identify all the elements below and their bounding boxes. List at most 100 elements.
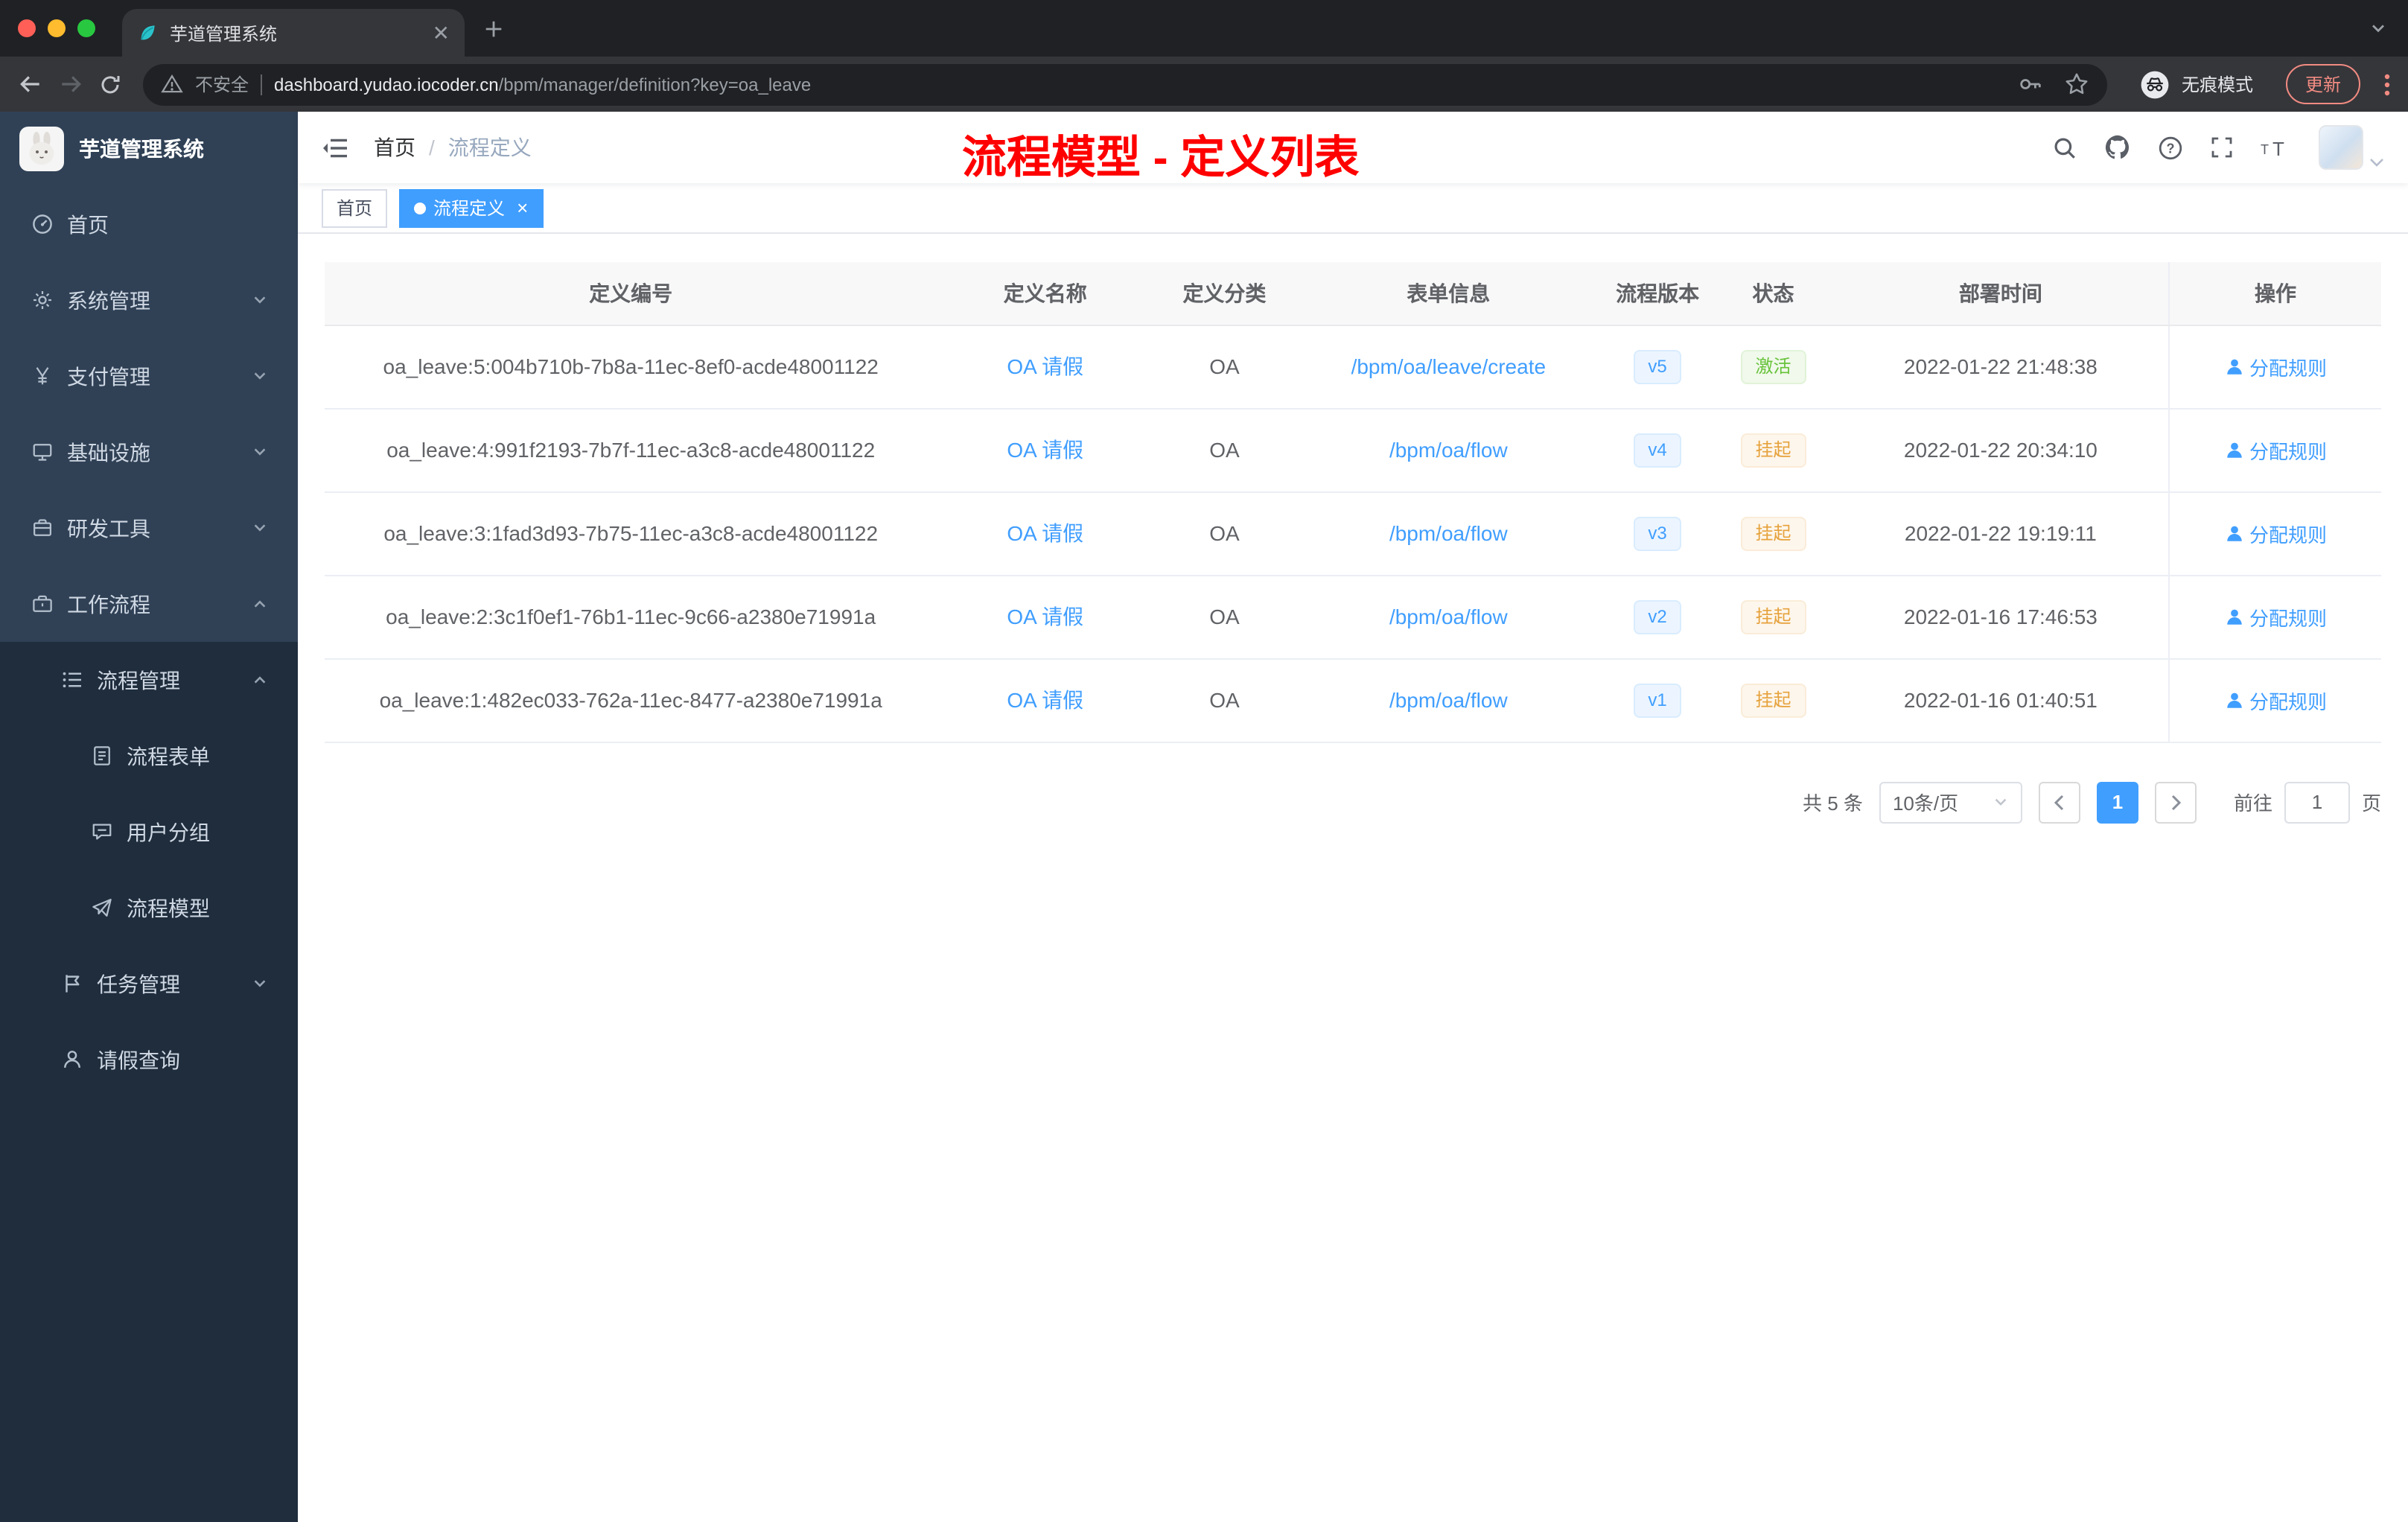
form-info-link[interactable]: /bpm/oa/flow [1389,605,1508,628]
version-tag: v5 [1633,349,1682,383]
window-close-button[interactable] [18,19,36,37]
sidebar-item-dev-tools[interactable]: 研发工具 [0,490,298,566]
user-avatar-menu[interactable] [2319,125,2384,170]
browser-update-button[interactable]: 更新 [2285,64,2360,104]
status-badge: 挂起 [1740,516,1806,550]
window-controls [0,19,122,37]
window-maximize-button[interactable] [77,19,95,37]
back-icon[interactable] [18,71,43,97]
status-badge: 挂起 [1740,599,1806,634]
form-icon [89,745,113,767]
bookmark-star-icon[interactable] [2064,71,2089,97]
chevron-down-icon [252,975,268,992]
sidebar-item-user-group[interactable]: 用户分组 [0,794,298,870]
form-info-link[interactable]: /bpm/oa/flow [1389,521,1508,545]
sidebar-logo[interactable]: 芋道管理系统 [0,112,298,186]
column-header-6: 状态 [1713,262,1833,325]
navbar: 首页 / 流程定义 流程模型 - 定义列表 ? T T [298,112,2408,183]
page-1-button[interactable]: 1 [2096,781,2138,823]
dashboard-icon [30,213,54,235]
tab-title: 芋道管理系统 [170,23,278,44]
definition-name-link[interactable]: OA 请假 [1007,605,1083,628]
table-row: oa_leave:3:1fad3d93-7b75-11ec-a3c8-acde4… [325,491,2381,576]
column-header-8: 操作 [2168,262,2381,325]
version-tag: v4 [1633,433,1682,467]
sidebar-item-infrastructure[interactable]: 基础设施 [0,414,298,490]
github-icon[interactable] [2104,134,2131,161]
annotation-overlay: 流程模型 - 定义列表 [962,134,1360,183]
reload-icon[interactable] [98,72,122,96]
next-page-button[interactable] [2154,781,2197,823]
new-tab-button[interactable] [482,17,505,39]
help-question-icon[interactable]: ? [2158,135,2183,160]
sidebar-item-label: 用户分组 [127,820,210,844]
assign-rule-link[interactable]: 分配规则 [2224,436,2327,464]
sidebar-item-home[interactable]: 首页 [0,186,298,262]
form-info-link[interactable]: /bpm/oa/flow [1389,438,1508,462]
sidebar-item-process-model[interactable]: 流程模型 [0,870,298,946]
goto-label: 前往 [2233,792,2272,815]
address-bar[interactable]: 不安全 dashboard.yudao.iocoder.cn/bpm/manag… [143,63,2107,105]
sidebar-item-process-form[interactable]: 流程表单 [0,718,298,794]
font-size-icon[interactable]: TT [2261,136,2292,159]
sidebar-item-process-management[interactable]: 流程管理 [0,642,298,718]
form-info-link[interactable]: /bpm/oa/leave/create [1351,354,1547,378]
breadcrumb-home[interactable]: 首页 [374,133,415,162]
definition-name-link[interactable]: OA 请假 [1007,688,1083,712]
assign-rule-link[interactable]: 分配规则 [2224,602,2327,631]
assign-rule-link[interactable]: 分配规则 [2224,686,2327,714]
breadcrumb: 首页 / 流程定义 [374,133,532,162]
model-icon [89,897,113,919]
sidebar-item-leave-query[interactable]: 请假查询 [0,1022,298,1098]
column-header-5: 流程版本 [1601,262,1714,325]
sidebar-item-task-management[interactable]: 任务管理 [0,946,298,1022]
forward-icon[interactable] [58,71,83,97]
browser-tab[interactable]: 芋道管理系统 ✕ [122,9,465,57]
definition-name-link[interactable]: OA 请假 [1007,438,1083,462]
navbar-actions: ? TT [2052,125,2384,170]
tag-process-definition[interactable]: 流程定义 × [399,188,544,227]
column-header-1: 定义编号 [325,262,937,325]
status-badge: 激活 [1740,349,1806,383]
sidebar-item-label: 流程管理 [97,668,180,692]
person-icon [2224,440,2243,459]
tag-close-icon[interactable]: × [517,198,528,217]
tab-close-icon[interactable]: ✕ [433,22,450,43]
security-label: 不安全 [195,74,249,95]
tab-search-chevron-icon[interactable] [2369,19,2408,37]
assign-rule-link[interactable]: 分配规则 [2224,519,2327,547]
sidebar-item-label: 首页 [67,212,109,236]
definition-name-link[interactable]: OA 请假 [1007,521,1083,545]
window-minimize-button[interactable] [48,19,66,37]
hamburger-icon[interactable] [322,135,350,160]
search-icon[interactable] [2052,135,2077,160]
chevron-down-icon [1993,794,2009,810]
form-info-link[interactable]: /bpm/oa/flow [1389,688,1508,712]
chevron-down-icon [252,520,268,536]
url-text: dashboard.yudao.iocoder.cn/bpm/manager/d… [274,74,811,95]
definition-name-link[interactable]: OA 请假 [1007,354,1083,378]
tag-home[interactable]: 首页 [322,188,388,227]
incognito-label: 无痕模式 [2181,74,2253,95]
fullscreen-icon[interactable] [2210,136,2234,159]
person-icon [2224,690,2243,710]
version-tag: v3 [1633,516,1682,550]
sidebar-item-workflow[interactable]: 工作流程 [0,566,298,642]
goto-page-input[interactable] [2284,781,2350,823]
assign-rule-link[interactable]: 分配规则 [2224,352,2327,380]
definition-id: oa_leave:3:1fad3d93-7b75-11ec-a3c8-acde4… [383,521,879,545]
favicon-icon [137,22,158,43]
sidebar-item-payment-management[interactable]: 支付管理 [0,338,298,414]
table-header-row: 定义编号 定义名称 定义分类 表单信息 流程版本 状态 部署时间 操作 [325,262,2381,325]
breadcrumb-current: 流程定义 [447,136,532,159]
pagination: 共 5 条 10条/页 1 前往 1 页 [325,781,2381,823]
sidebar-item-system-management[interactable]: 系统管理 [0,262,298,338]
browser-menu-kebab-icon[interactable] [2384,72,2390,96]
page-size-select[interactable]: 10条/页 [1879,781,2022,823]
definition-table: 定义编号 定义名称 定义分类 表单信息 流程版本 状态 部署时间 操作 oa_leave:5:… [325,262,2381,742]
assign-rule-label: 分配规则 [2249,523,2328,546]
assign-rule-label: 分配规则 [2249,440,2328,462]
password-key-icon[interactable] [2018,71,2043,97]
prev-page-button[interactable] [2038,781,2080,823]
browser-toolbar: 不安全 dashboard.yudao.iocoder.cn/bpm/manag… [0,57,2408,112]
